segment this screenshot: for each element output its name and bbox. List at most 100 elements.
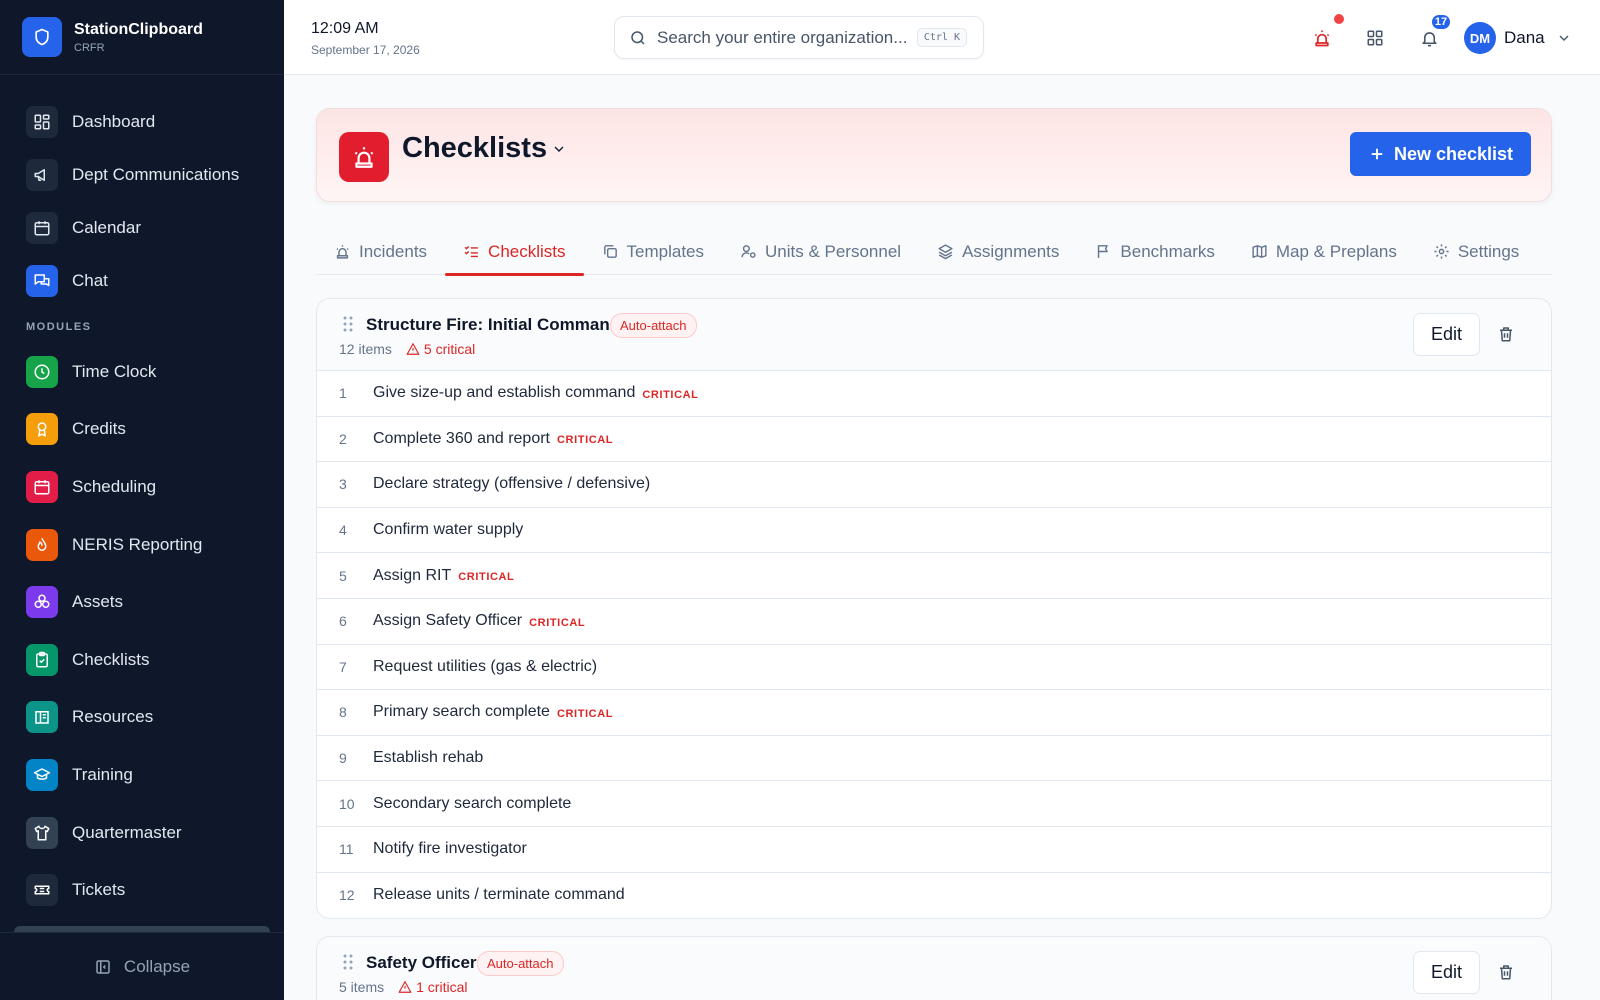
brand-name: StationClipboard [74,20,203,38]
tab-checklists[interactable]: Checklists [445,228,584,276]
checklist-item[interactable]: 10 Secondary search complete [317,781,1551,827]
siren-icon [336,245,349,259]
page-title: Checklists [402,132,548,164]
sidebar-item-label: Dept Communications [72,164,240,184]
checklist-item[interactable]: 9 Establish rehab [317,736,1551,782]
collapse-button[interactable]: Collapse [0,932,284,1000]
tab-incidents[interactable]: Incidents [316,228,445,275]
tab-templates[interactable]: Templates [584,228,722,275]
tab-map-preplans[interactable]: Map & Preplans [1233,228,1415,275]
tab-assignments[interactable]: Assignments [919,228,1077,275]
tab-label: Assignments [962,241,1060,261]
modules-section-label: MODULES [26,321,92,333]
item-text: Request utilities (gas & electric) [373,657,598,675]
tab-label: Benchmarks [1120,241,1215,261]
drag-handle-icon[interactable] [343,954,353,970]
tab-units-personnel[interactable]: Units & Personnel [722,228,919,275]
clock-icon [26,355,58,388]
clock-time: 12:09 AM [311,20,379,37]
edit-button[interactable]: Edit [1413,313,1480,356]
sidebar-item-resources[interactable]: Resources [0,689,284,747]
avatar[interactable]: DM [1464,22,1496,54]
sidebar-item-credits[interactable]: Credits [0,401,284,459]
trash-icon[interactable] [1497,325,1515,343]
checklist-item[interactable]: 3 Declare strategy (offensive / defensiv… [317,462,1551,508]
item-number: 5 [339,567,347,584]
sidebar-item-dashboard[interactable]: Dashboard [0,95,284,148]
apps-grid-icon[interactable] [1363,26,1387,50]
critical-tag: CRITICAL [529,616,586,629]
tab-settings[interactable]: Settings [1415,228,1537,275]
drag-handle-icon[interactable] [343,316,353,332]
item-text: Release units / terminate command [373,886,625,904]
trash-icon[interactable] [1497,963,1515,981]
critical-count: 1 critical [398,979,467,995]
tab-bar: Incidents Checklists Templates Units & P… [316,228,1552,276]
sidebar-item-label: Training [72,764,133,784]
items-count: 12 items [339,341,392,357]
shield-icon [22,17,62,57]
checklist-item[interactable]: 7 Request utilities (gas & electric) [317,645,1551,691]
checklist-item[interactable]: 11 Notify fire investigator [317,827,1551,873]
book-icon [26,701,58,734]
item-text: Assign Safety Officer [373,612,523,630]
auto-attach-badge: Auto-attach [610,313,697,338]
sidebar-item-tickets[interactable]: Tickets [0,861,284,919]
checklist-item[interactable]: 6 Assign Safety Officer CRITICAL [317,599,1551,645]
brand[interactable]: StationClipboard CRFR [0,0,284,75]
checklist-item[interactable]: 5 Assign RIT CRITICAL [317,553,1551,599]
user-name[interactable]: Dana [1504,28,1545,48]
sidebar-main-nav: Dashboard Dept Communications Calendar C… [0,75,284,919]
chat-icon [26,264,58,297]
calendar-icon [26,470,58,503]
user-cog-icon [741,245,756,258]
chevron-down-icon[interactable] [551,141,567,157]
sidebar-item-scheduling[interactable]: Scheduling [0,458,284,516]
critical-tag: CRITICAL [642,388,699,401]
item-number: 9 [339,750,347,767]
sidebar-item-quartermaster[interactable]: Quartermaster [0,804,284,862]
boxes-icon [26,586,58,619]
sidebar-item-training[interactable]: Training [0,746,284,804]
sidebar-item-assets[interactable]: Assets [0,573,284,631]
sidebar-item-chat[interactable]: Chat [0,254,284,307]
checklist-item[interactable]: 12 Release units / terminate command [317,873,1551,919]
sidebar-item-dept-communications[interactable]: Dept Communications [0,148,284,201]
item-number: 1 [339,385,347,402]
sidebar-item-neris-reporting[interactable]: NERIS Reporting [0,516,284,574]
map-icon [1252,245,1267,258]
item-text: Assign RIT [373,566,452,584]
checklist-item[interactable]: 8 Primary search complete CRITICAL [317,690,1551,736]
auto-attach-badge: Auto-attach [477,951,564,976]
search-input[interactable]: Search your entire organization... Ctrl … [614,16,984,59]
siren-icon[interactable] [1310,26,1334,50]
sidebar-item-label: NERIS Reporting [72,534,203,554]
tab-label: Checklists [488,241,566,261]
edit-button[interactable]: Edit [1413,951,1480,994]
tab-label: Units & Personnel [765,241,902,261]
ticket-icon [26,874,58,907]
search-shortcut: Ctrl K [916,28,967,47]
checklist-item[interactable]: 4 Confirm water supply [317,508,1551,554]
panel-collapse-icon [96,959,110,974]
clipboard-check-icon [26,643,58,676]
shirt-icon [26,816,58,849]
item-text: Confirm water supply [373,521,524,539]
megaphone-icon [26,158,58,191]
tab-benchmarks[interactable]: Benchmarks [1077,228,1232,275]
item-text: Establish rehab [373,749,484,767]
sidebar-item-time-clock[interactable]: Time Clock [0,343,284,401]
page-header: Checklists New checklist [316,108,1552,202]
checklist-header: Safety Officer Auto-attach 5 items 1 cri… [317,937,1551,1000]
new-checklist-button[interactable]: New checklist [1350,132,1531,176]
checklist-item[interactable]: 2 Complete 360 and report CRITICAL [317,417,1551,463]
chevron-down-icon[interactable] [1556,30,1572,46]
sidebar-item-checklists[interactable]: Checklists [0,631,284,689]
critical-tag: CRITICAL [557,434,614,447]
item-number: 6 [339,613,347,630]
checklist-item[interactable]: 1 Give size-up and establish command CRI… [317,371,1551,417]
layers-icon [938,244,953,260]
sidebar-item-calendar[interactable]: Calendar [0,201,284,254]
tab-label: Map & Preplans [1275,241,1397,261]
clock: 12:09 AM September 17, 2026 [311,20,420,57]
